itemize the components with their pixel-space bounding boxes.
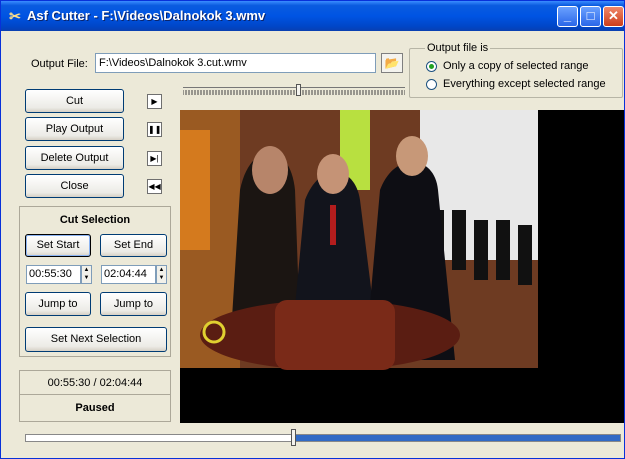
minimize-icon: _ — [563, 8, 572, 23]
start-time-input[interactable]: 00:55:30 — [26, 265, 81, 284]
previous-frame-button[interactable]: ◀◀ — [147, 179, 162, 194]
play-output-button[interactable]: Play Output — [25, 117, 124, 141]
close-button[interactable]: Close — [25, 174, 124, 198]
video-preview[interactable] — [180, 110, 624, 423]
pause-icon: ❚❚ — [148, 125, 162, 134]
window-title: Asf Cutter - F:\Videos\Dalnokok 3.wmv — [27, 8, 266, 23]
folder-open-icon: 📂 — [384, 56, 400, 70]
output-file-input[interactable]: F:\Videos\Dalnokok 3.cut.wmv — [95, 53, 376, 73]
output-file-label: Output File: — [31, 58, 88, 70]
status-divider — [20, 394, 170, 395]
title-bar[interactable]: ✂ Asf Cutter - F:\Videos\Dalnokok 3.wmv … — [1, 1, 624, 31]
radio-copy-range[interactable]: Only a copy of selected range — [426, 60, 589, 72]
spin-down-icon: ▼ — [158, 275, 165, 281]
delete-output-button[interactable]: Delete Output — [25, 146, 124, 170]
play-button[interactable]: ▶ — [147, 94, 162, 109]
cut-selection-title: Cut Selection — [59, 214, 131, 226]
seek-bar[interactable] — [25, 434, 621, 442]
next-frame-button[interactable]: ▶| — [147, 151, 162, 166]
radio-dot — [426, 78, 437, 90]
output-mode-title: Output file is — [425, 42, 491, 54]
seek-thumb[interactable] — [291, 429, 296, 446]
scissors-icon: ✂ — [9, 8, 21, 24]
spin-down-icon: ▼ — [83, 275, 90, 281]
seek-selection-range — [293, 435, 620, 441]
spin-up-icon: ▲ — [158, 267, 165, 273]
minimize-button[interactable]: _ — [557, 6, 578, 27]
play-icon: ▶ — [151, 97, 158, 106]
start-time-spinner[interactable]: ▲ ▼ — [81, 265, 92, 284]
set-next-selection-button[interactable]: Set Next Selection — [25, 327, 167, 352]
status-state: Paused — [75, 402, 115, 414]
radio-except-range[interactable]: Everything except selected range — [426, 78, 606, 90]
pause-button[interactable]: ❚❚ — [147, 122, 162, 137]
maximize-icon: □ — [586, 8, 595, 23]
browse-button[interactable]: 📂 — [381, 53, 403, 73]
radio-dot — [426, 60, 437, 72]
radio-label: Everything except selected range — [443, 78, 606, 90]
range-slider[interactable] — [183, 84, 405, 96]
jump-to-start-button[interactable]: Jump to — [25, 292, 91, 316]
close-icon: ✕ — [608, 8, 619, 23]
close-window-button[interactable]: ✕ — [603, 6, 624, 27]
range-ticks — [183, 90, 405, 95]
maximize-button[interactable]: □ — [580, 6, 601, 27]
video-frame-image — [180, 110, 538, 423]
spin-up-icon: ▲ — [83, 267, 90, 273]
cut-button[interactable]: Cut — [25, 89, 124, 113]
status-time: 00:55:30 / 02:04:44 — [47, 377, 143, 389]
jump-to-end-button[interactable]: Jump to — [100, 292, 167, 316]
end-time-input[interactable]: 02:04:44 — [101, 265, 156, 284]
radio-label: Only a copy of selected range — [443, 60, 589, 72]
end-time-spinner[interactable]: ▲ ▼ — [156, 265, 167, 284]
set-start-button[interactable]: Set Start — [25, 234, 91, 257]
output-mode-group — [409, 48, 623, 98]
range-start-thumb[interactable] — [296, 84, 301, 96]
next-frame-icon: ▶| — [150, 154, 159, 163]
set-end-button[interactable]: Set End — [100, 234, 167, 257]
previous-frame-icon: ◀◀ — [148, 182, 161, 191]
app-window: ✂ Asf Cutter - F:\Videos\Dalnokok 3.wmv … — [0, 0, 625, 459]
